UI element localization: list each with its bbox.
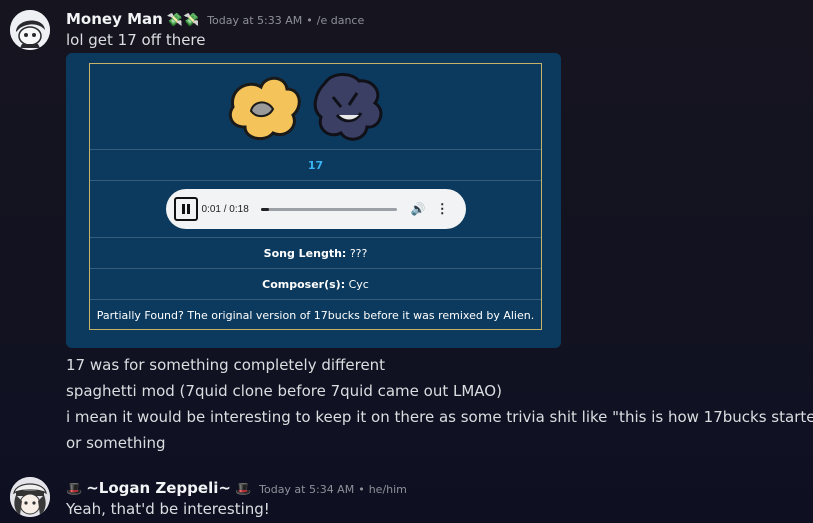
avatar[interactable] [10,10,50,50]
message-header: 🎩 ~Logan Zeppeli~ 🎩 Today at 5:34 AM • h… [66,479,407,497]
money-badge-icon: 💸💸 [166,13,200,28]
message-header: Money Man 💸💸 Today at 5:33 AM • /e dance [66,10,364,28]
message-2: 🎩 ~Logan Zeppeli~ 🎩 Today at 5:34 AM • h… [0,460,813,523]
message-text: 17 was for something completely differen… [66,356,386,374]
song-title: 17 [307,158,324,172]
top-hat-icon: 🎩 [66,482,83,497]
timestamp[interactable]: Today at 5:33 AM [207,14,302,27]
username[interactable]: ~Logan Zeppeli~ [86,479,231,497]
song-note: Partially Found? The original version of… [96,308,535,322]
character-image-row [90,64,541,150]
timestamp[interactable]: Today at 5:34 AM [259,483,354,496]
pronouns: /e dance [316,14,365,27]
top-hat-icon: 🎩 [234,482,252,497]
composer-label: Composer(s): [262,277,346,291]
message-text: or something [66,434,166,452]
composer-value: Cyc [348,277,369,291]
progress-slider[interactable] [260,207,397,211]
composer-row: Composer(s): Cyc [90,269,541,300]
message-text: spaghetti mod (7quid clone before 7quid … [66,382,502,400]
pronouns: he/him [368,483,407,496]
pause-button[interactable] [173,197,198,221]
note-row: Partially Found? The original version of… [90,300,541,330]
song-title-row: 17 [90,150,541,181]
embed: 17 0:01 / 0:18 🔊 ⋮ Song Length: ??? Comp… [66,53,561,348]
song-length-label: Song Length: [263,246,347,260]
separator: • [358,483,365,496]
message-text: i mean it would be interesting to keep i… [66,408,813,426]
message-1: Money Man 💸💸 Today at 5:33 AM • /e dance… [0,0,813,460]
username[interactable]: Money Man [66,10,163,28]
audio-player-row: 0:01 / 0:18 🔊 ⋮ [90,181,541,238]
song-length-value: ??? [349,246,368,260]
character-art-icon [228,72,382,141]
separator: • [306,14,313,27]
volume-icon[interactable]: 🔊 [411,202,426,216]
message-text: Yeah, that'd be interesting! [66,500,270,518]
message-text: lol get 17 off there [66,31,206,49]
progress-fill [260,207,269,211]
song-length-row: Song Length: ??? [90,238,541,269]
audio-player: 0:01 / 0:18 🔊 ⋮ [165,189,466,229]
song-info-table: 17 0:01 / 0:18 🔊 ⋮ Song Length: ??? Comp… [89,63,542,330]
more-options-icon[interactable]: ⋮ [436,201,449,217]
avatar[interactable] [10,477,50,517]
pause-icon [181,204,185,214]
playback-time: 0:01 / 0:18 [201,203,249,215]
